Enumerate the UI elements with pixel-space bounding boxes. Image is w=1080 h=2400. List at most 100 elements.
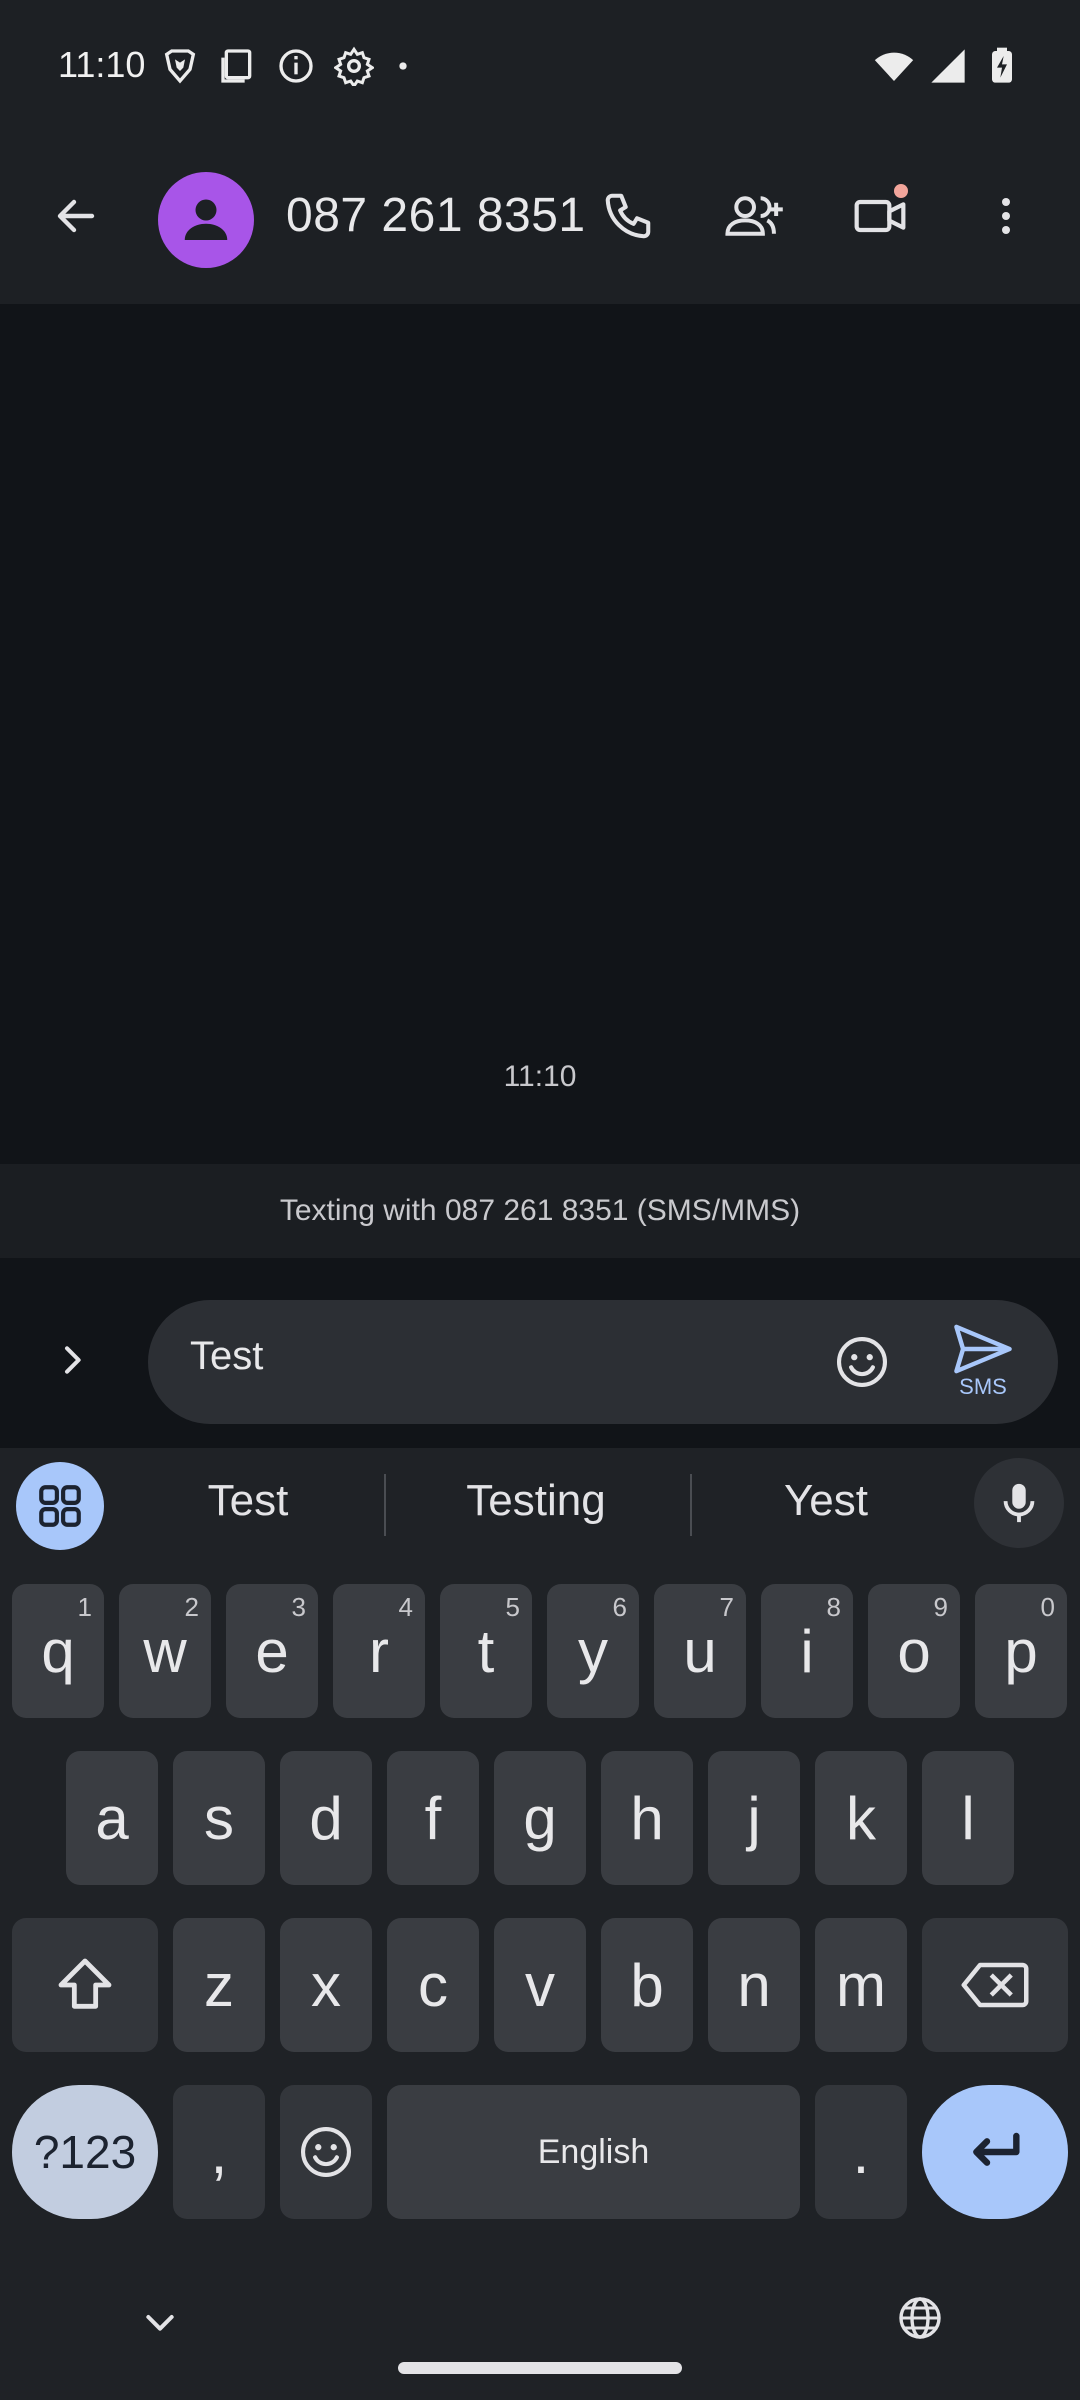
notification-dot (894, 184, 908, 198)
key-hint: 5 (505, 1592, 520, 1622)
grid-icon (39, 1485, 81, 1527)
keyboard-apps-button[interactable] (16, 1462, 104, 1550)
key-l[interactable]: l (922, 1751, 1014, 1885)
compose-field: SMS (148, 1300, 1058, 1424)
space-key[interactable]: English (387, 2085, 800, 2219)
key-x[interactable]: x (280, 1918, 372, 2052)
message-timestamp: 11:10 (503, 1060, 577, 1093)
switch-language-button[interactable] (892, 2290, 948, 2346)
call-button[interactable] (588, 176, 668, 256)
status-bar: 11:10 (0, 0, 1080, 132)
voice-input-button[interactable] (974, 1458, 1064, 1548)
key-c[interactable]: c (387, 1918, 479, 2052)
suggestion-1[interactable]: Test (118, 1476, 378, 1526)
chevron-down-icon (146, 2315, 174, 2331)
key-label: t (477, 1617, 495, 1685)
comma-key[interactable]: , (173, 2085, 265, 2219)
key-f[interactable]: f (387, 1751, 479, 1885)
arrow-back-icon (57, 199, 95, 233)
status-right-icons (874, 46, 1022, 86)
key-t[interactable]: t5 (440, 1584, 532, 1718)
key-hint: 1 (77, 1592, 92, 1622)
dot-icon (399, 62, 407, 70)
key-hint: 3 (291, 1592, 306, 1622)
key-m[interactable]: m (815, 1918, 907, 2052)
key-label: q (41, 1617, 75, 1685)
compose-bar: SMS (0, 1258, 1080, 1448)
person-icon (184, 199, 228, 240)
key-a[interactable]: a (66, 1751, 158, 1885)
enter-key[interactable] (922, 2085, 1068, 2219)
app-bar: 087 261 8351 (0, 132, 1080, 304)
chevron-right-icon (65, 1346, 81, 1374)
screenshot-icon (221, 49, 252, 83)
more-vert-icon (1002, 198, 1010, 234)
suggestion-divider (690, 1474, 692, 1536)
status-time: 11:10 (58, 44, 146, 85)
brave-shield-icon (164, 49, 196, 84)
battery-charging-icon (992, 47, 1012, 83)
key-e[interactable]: e3 (226, 1584, 318, 1718)
key-p[interactable]: p0 (975, 1584, 1067, 1718)
key-s[interactable]: s (173, 1751, 265, 1885)
add-person-button[interactable] (714, 176, 794, 256)
mic-icon (1003, 1483, 1035, 1523)
key-label: i (800, 1617, 814, 1685)
key-d[interactable]: d (280, 1751, 372, 1885)
symbols-key[interactable]: ?123 (12, 2085, 158, 2219)
key-v[interactable]: v (494, 1918, 586, 2052)
back-button[interactable] (40, 180, 112, 252)
key-k[interactable]: k (815, 1751, 907, 1885)
key-label: u (683, 1617, 717, 1685)
key-n[interactable]: n (708, 1918, 800, 2052)
key-i[interactable]: i8 (761, 1584, 853, 1718)
period-key[interactable]: . (815, 2085, 907, 2219)
phone-icon (605, 193, 651, 239)
suggestion-3[interactable]: Yest (696, 1476, 956, 1526)
key-h[interactable]: h (601, 1751, 693, 1885)
texting-mode-banner: Texting with 087 261 8351 (SMS/MMS) (0, 1164, 1080, 1258)
key-hint: 0 (1040, 1592, 1055, 1622)
key-hint: 2 (184, 1592, 199, 1622)
hide-keyboard-button[interactable] (132, 2294, 188, 2350)
video-call-button[interactable] (840, 176, 920, 256)
key-hint: 4 (398, 1592, 413, 1622)
key-j[interactable]: j (708, 1751, 800, 1885)
shift-key[interactable] (12, 1918, 158, 2052)
globe-icon (899, 2297, 941, 2339)
expand-options-button[interactable] (36, 1324, 108, 1396)
key-r[interactable]: r4 (333, 1584, 425, 1718)
status-left-icons (160, 46, 414, 86)
key-o[interactable]: o9 (868, 1584, 960, 1718)
key-label: y (578, 1617, 608, 1685)
backspace-key[interactable] (922, 1918, 1068, 2052)
key-label: o (897, 1617, 931, 1685)
key-u[interactable]: u7 (654, 1584, 746, 1718)
more-options-button[interactable] (966, 176, 1046, 256)
contact-title[interactable]: 087 261 8351 (286, 188, 586, 243)
wifi-icon (874, 52, 914, 81)
key-label: r (369, 1617, 389, 1685)
key-hint: 7 (719, 1592, 734, 1622)
key-w[interactable]: w2 (119, 1584, 211, 1718)
suggestion-2[interactable]: Testing (406, 1476, 666, 1526)
contact-avatar[interactable] (158, 172, 254, 268)
backspace-icon (961, 1962, 1029, 2008)
key-label: e (255, 1617, 289, 1685)
info-icon (279, 49, 313, 83)
key-hint: 9 (933, 1592, 948, 1622)
key-y[interactable]: y6 (547, 1584, 639, 1718)
message-input[interactable] (190, 1334, 790, 1379)
key-hint: 6 (612, 1592, 627, 1622)
send-sms-button[interactable]: SMS (938, 1322, 1028, 1404)
key-g[interactable]: g (494, 1751, 586, 1885)
enter-icon (973, 2132, 1020, 2166)
key-b[interactable]: b (601, 1918, 693, 2052)
key-q[interactable]: q1 (12, 1584, 104, 1718)
home-gesture-bar[interactable] (398, 2362, 682, 2374)
conversation-area[interactable]: 11:10 (0, 304, 1080, 1164)
emoji-button[interactable] (828, 1328, 896, 1396)
send-icon (954, 1324, 1012, 1374)
emoji-key[interactable] (280, 2085, 372, 2219)
key-z[interactable]: z (173, 1918, 265, 2052)
